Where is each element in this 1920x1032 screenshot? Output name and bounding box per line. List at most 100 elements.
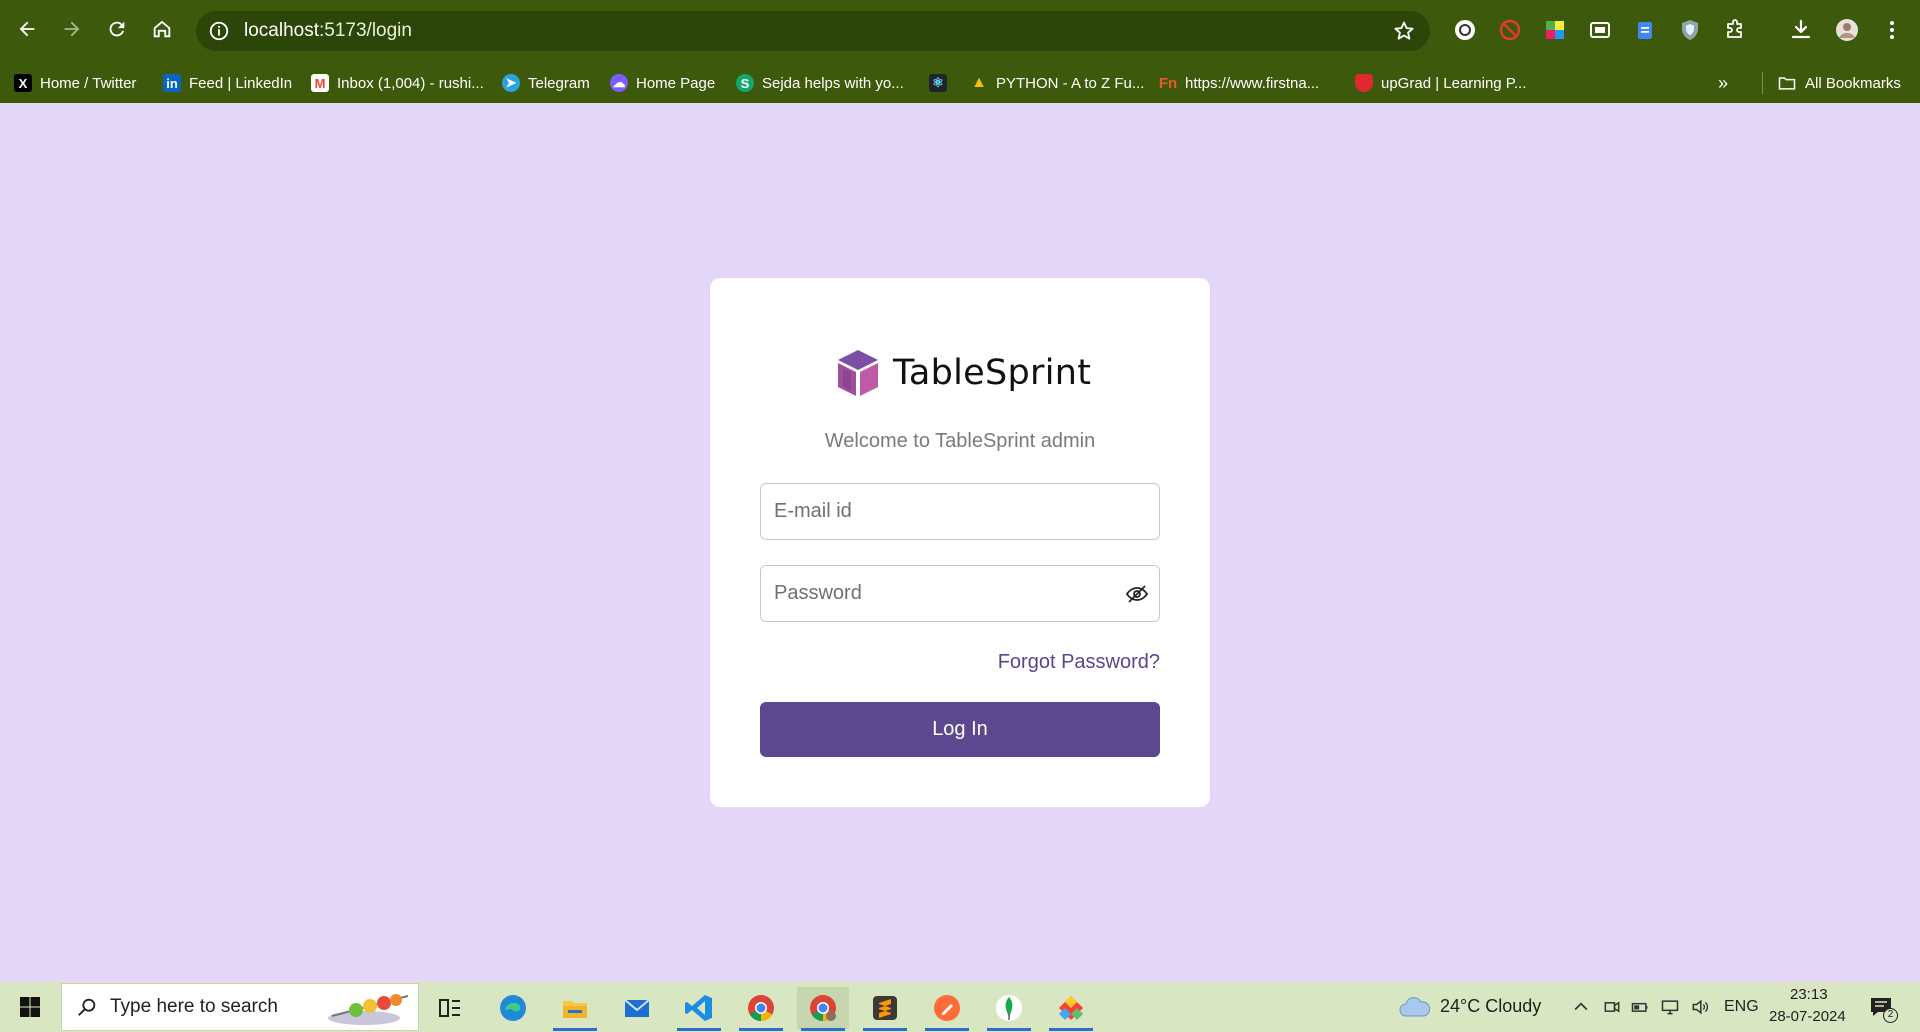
weather-button[interactable] bbox=[1398, 994, 1432, 1020]
bookmark-python[interactable]: ▲ PYTHON - A to Z Fu... bbox=[970, 72, 1144, 94]
bookmark-label: PYTHON - A to Z Fu... bbox=[996, 74, 1145, 92]
bookmark-home-page[interactable]: ☁ Home Page bbox=[610, 72, 715, 94]
volume-icon[interactable] bbox=[1690, 997, 1710, 1017]
extensions-puzzle-icon[interactable] bbox=[1722, 17, 1748, 43]
clock-time[interactable]: 23:13 bbox=[1790, 986, 1828, 1003]
color-extension-icon[interactable] bbox=[1542, 17, 1568, 43]
mail-icon bbox=[624, 999, 650, 1017]
sublime-icon bbox=[873, 996, 897, 1020]
login-button[interactable]: Log In bbox=[760, 702, 1160, 757]
bookmarks-overflow-button[interactable]: » bbox=[1718, 72, 1728, 94]
chevron-up-icon[interactable] bbox=[1571, 997, 1591, 1017]
all-bookmarks-button[interactable]: All Bookmarks bbox=[1777, 72, 1901, 94]
bookmark-sejda[interactable]: S Sejda helps with yo... bbox=[736, 72, 904, 94]
active-indicator bbox=[1049, 1028, 1093, 1031]
password-input[interactable] bbox=[761, 566, 1159, 621]
mongodb-taskbar-button[interactable] bbox=[983, 987, 1035, 1031]
bookmark-upgrad[interactable]: upGrad | Learning P... bbox=[1355, 72, 1526, 94]
edge-taskbar-button[interactable] bbox=[487, 987, 539, 1029]
postman-taskbar-button[interactable] bbox=[921, 987, 973, 1031]
start-button[interactable] bbox=[8, 982, 52, 1032]
gmail-icon: M bbox=[311, 74, 329, 92]
home-icon bbox=[153, 20, 171, 38]
bookmark-twitter[interactable]: X Home / Twitter bbox=[14, 72, 136, 94]
telegram-icon: ➤ bbox=[502, 74, 520, 92]
task-view-icon bbox=[439, 999, 460, 1017]
notification-center-button[interactable]: 2 bbox=[1868, 993, 1898, 1023]
chevron-double-right-icon: » bbox=[1718, 72, 1729, 93]
git-icon bbox=[1059, 996, 1083, 1020]
x-twitter-icon: X bbox=[14, 74, 32, 92]
browser-chrome: localhost:5173/login X Home / Twitter in F… bbox=[0, 0, 1920, 103]
weather-text[interactable]: 24°C Cloudy bbox=[1440, 996, 1541, 1017]
block-icon[interactable] bbox=[1497, 17, 1523, 43]
bookmark-label: Inbox (1,004) - rushi... bbox=[337, 74, 484, 92]
bookmark-label: Telegram bbox=[528, 74, 590, 92]
search-icon bbox=[78, 998, 96, 1016]
clock-date[interactable]: 28-07-2024 bbox=[1769, 1008, 1846, 1025]
email-input[interactable] bbox=[761, 484, 1159, 539]
arrow-right-icon bbox=[64, 21, 80, 37]
active-indicator bbox=[677, 1028, 721, 1031]
bookmark-linkedin[interactable]: in Feed | LinkedIn bbox=[163, 72, 292, 94]
react-icon: ⚛ bbox=[929, 74, 947, 92]
sublime-taskbar-button[interactable] bbox=[859, 987, 911, 1031]
edge-icon bbox=[500, 995, 526, 1021]
active-indicator bbox=[553, 1028, 597, 1031]
mail-taskbar-button[interactable] bbox=[611, 987, 663, 1029]
address-bar[interactable]: localhost:5173/login bbox=[196, 11, 1430, 51]
bookmark-firstnaukri[interactable]: Fn https://www.firstna... bbox=[1159, 72, 1319, 94]
extension-1-icon[interactable] bbox=[1452, 17, 1478, 43]
forward-button[interactable] bbox=[56, 13, 88, 45]
file-explorer-taskbar-button[interactable] bbox=[549, 987, 601, 1031]
vscode-taskbar-button[interactable] bbox=[673, 987, 725, 1031]
chrome-icon bbox=[748, 995, 774, 1021]
eye-off-icon[interactable] bbox=[1125, 582, 1149, 606]
chrome-profile-taskbar-button[interactable] bbox=[797, 987, 849, 1031]
home-button[interactable] bbox=[146, 13, 178, 45]
reload-button[interactable] bbox=[101, 13, 133, 45]
cloud-icon: ☁ bbox=[610, 74, 628, 92]
arrow-left-icon bbox=[19, 21, 35, 37]
download-icon[interactable] bbox=[1788, 17, 1814, 43]
active-indicator bbox=[801, 1028, 845, 1031]
meet-now-icon[interactable] bbox=[1602, 997, 1622, 1017]
language-indicator[interactable]: ENG bbox=[1724, 998, 1759, 1016]
postman-icon bbox=[934, 995, 960, 1021]
file-explorer-icon bbox=[563, 1001, 587, 1018]
bookmark-label: Home Page bbox=[636, 74, 716, 92]
site-info-icon[interactable] bbox=[208, 20, 230, 42]
shield-icon[interactable] bbox=[1677, 17, 1703, 43]
network-icon[interactable] bbox=[1660, 997, 1680, 1017]
bookmark-gmail[interactable]: M Inbox (1,004) - rushi... bbox=[311, 72, 484, 94]
taskbar-search[interactable]: Type here to search bbox=[61, 983, 419, 1031]
active-indicator bbox=[987, 1028, 1031, 1031]
vscode-icon bbox=[685, 995, 712, 1021]
chrome-taskbar-button[interactable] bbox=[735, 987, 787, 1031]
docs-extension-icon[interactable] bbox=[1632, 17, 1658, 43]
profile-avatar-icon[interactable] bbox=[1834, 17, 1860, 43]
bookmark-telegram[interactable]: ➤ Telegram bbox=[502, 72, 590, 94]
bookmark-star-icon[interactable] bbox=[1392, 19, 1416, 43]
picture-in-picture-icon[interactable] bbox=[1587, 17, 1613, 43]
battery-icon[interactable] bbox=[1630, 997, 1650, 1017]
email-field[interactable] bbox=[760, 483, 1160, 540]
google-drive-icon: ▲ bbox=[971, 74, 987, 91]
browser-menu-icon[interactable] bbox=[1879, 17, 1905, 43]
cloud-icon bbox=[1399, 997, 1431, 1017]
all-bookmarks-label: All Bookmarks bbox=[1805, 74, 1901, 92]
forgot-password-link[interactable]: Forgot Password? bbox=[998, 651, 1160, 674]
bookmark-label: Feed | LinkedIn bbox=[189, 74, 293, 92]
password-field[interactable] bbox=[760, 565, 1160, 622]
bookmarks-divider bbox=[1762, 72, 1763, 94]
back-button[interactable] bbox=[11, 13, 43, 45]
taskbar-search-placeholder: Type here to search bbox=[110, 996, 278, 1017]
active-indicator bbox=[925, 1028, 969, 1031]
task-view-button[interactable] bbox=[424, 987, 476, 1029]
bookmark-react[interactable]: ⚛ bbox=[929, 72, 947, 94]
windows-icon bbox=[20, 997, 40, 1017]
linkedin-icon: in bbox=[163, 74, 181, 92]
git-taskbar-button[interactable] bbox=[1045, 987, 1097, 1031]
active-indicator bbox=[739, 1028, 783, 1031]
search-highlight-art-icon bbox=[328, 994, 409, 1025]
